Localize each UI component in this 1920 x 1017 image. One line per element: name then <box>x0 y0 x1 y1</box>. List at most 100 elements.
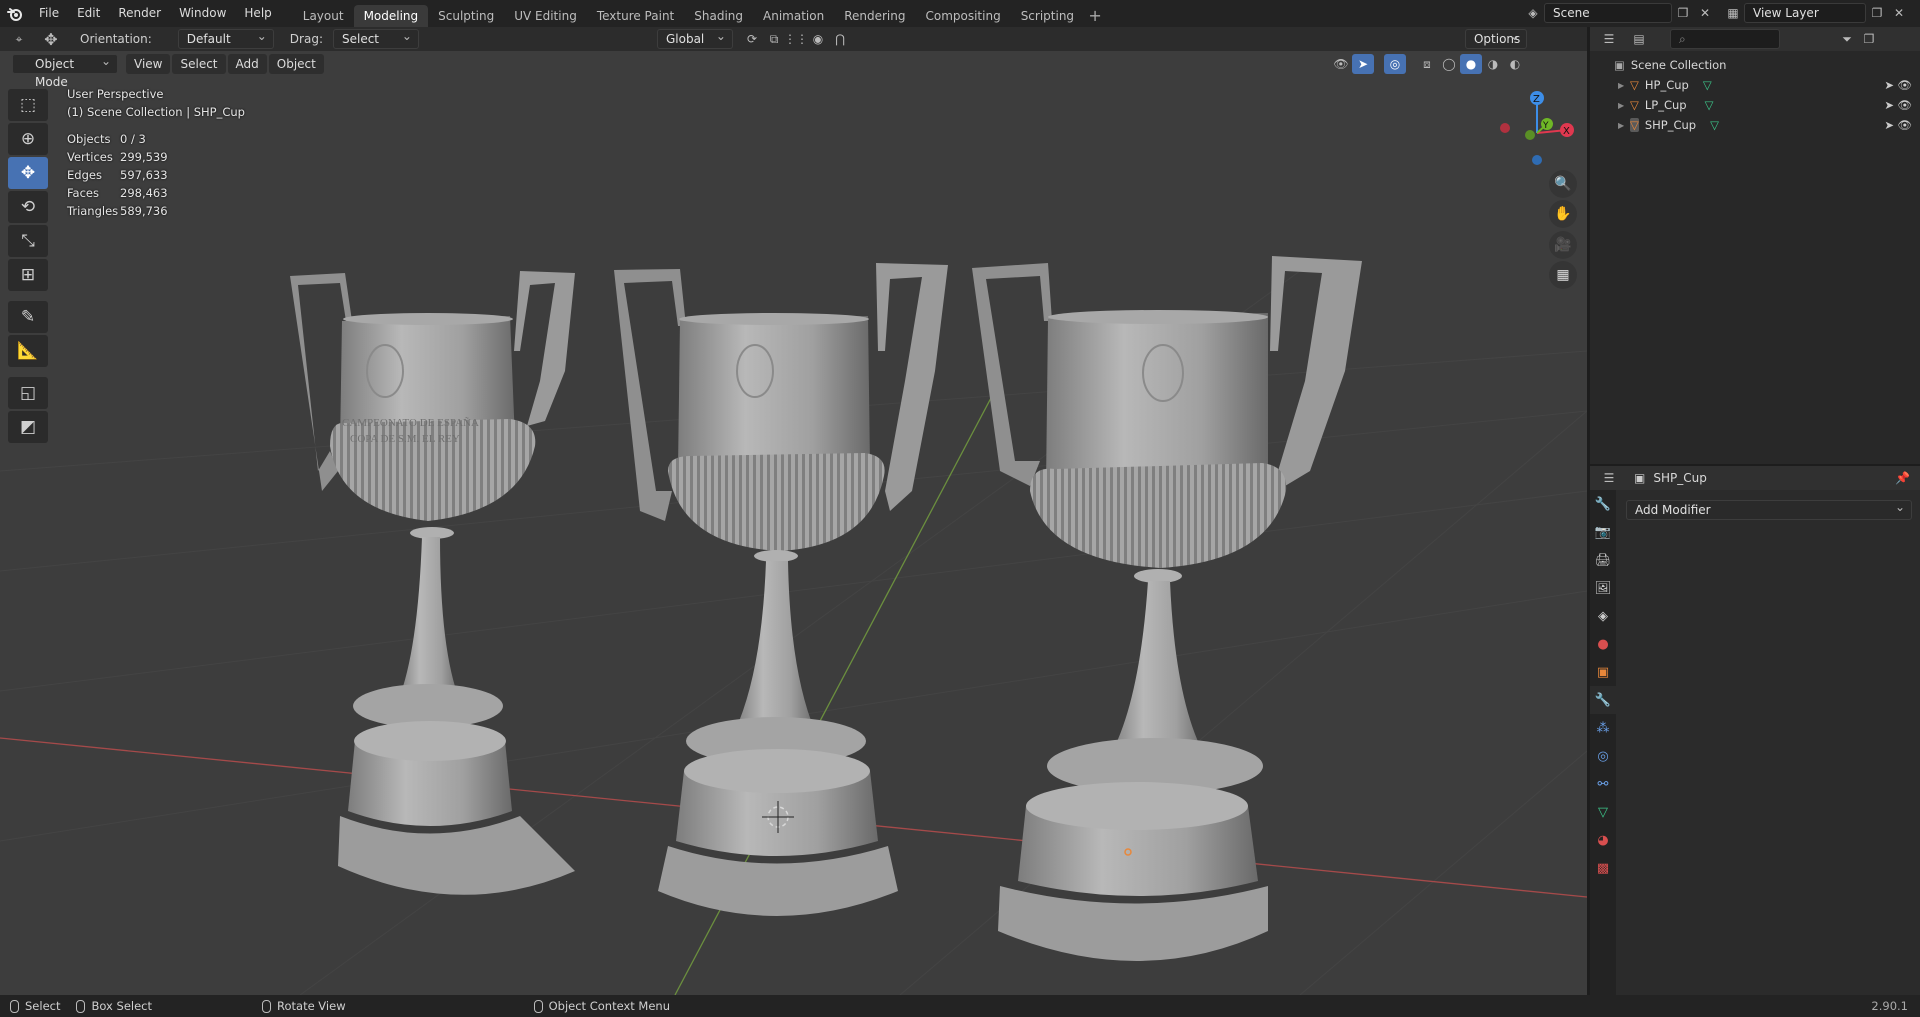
data-tab-icon[interactable]: ▽ <box>1590 798 1616 826</box>
add-cube-tool-icon[interactable]: ◱ <box>8 377 48 409</box>
tab-animation[interactable]: Animation <box>753 5 834 27</box>
3d-viewport[interactable]: CAMPEONATO DE ESPAÑA COPA DE S.M. EL REY… <box>0 51 1587 995</box>
add-workspace-icon[interactable]: + <box>1084 5 1106 27</box>
wireframe-shading-icon[interactable]: ◯ <box>1438 54 1460 74</box>
scene-icon[interactable]: ◈ <box>1522 3 1544 23</box>
camera-view-icon[interactable]: 🎥 <box>1549 231 1577 259</box>
tab-layout[interactable]: Layout <box>293 5 354 27</box>
modifier-tab-icon[interactable]: 🔧 <box>1590 686 1616 714</box>
tab-rendering[interactable]: Rendering <box>834 5 915 27</box>
rendered-shading-icon[interactable]: ◐ <box>1504 54 1526 74</box>
add-modifier-dropdown[interactable]: Add Modifier <box>1626 498 1912 520</box>
move-tool-button-icon[interactable]: ✥ <box>8 157 48 189</box>
visibility-eye-icon[interactable]: 👁 <box>1897 78 1912 92</box>
editor-type-icon[interactable]: ⌖ <box>8 29 30 49</box>
outliner-item-lp-cup[interactable]: ▶ ▽ LP_Cup ▽ ➤ 👁 <box>1590 95 1920 115</box>
options-dropdown[interactable]: Options <box>1464 27 1527 49</box>
output-tab-icon[interactable]: 🖨 <box>1590 546 1616 574</box>
cursor-tool-icon[interactable]: ⊕ <box>8 123 48 155</box>
menu-object[interactable]: Object <box>268 54 324 74</box>
falloff-icon[interactable]: ⋂ <box>829 29 851 49</box>
navigation-gizmo[interactable]: Z X Y <box>1492 88 1582 178</box>
menu-render[interactable]: Render <box>109 0 170 27</box>
pan-hand-icon[interactable]: ✋ <box>1549 200 1577 228</box>
menu-select[interactable]: Select <box>172 54 226 74</box>
select-box-tool-icon[interactable]: ⬚ <box>8 89 48 121</box>
scale-tool-icon[interactable]: ⤡ <box>8 225 48 257</box>
filter-icon[interactable]: ⏷ <box>1836 29 1858 49</box>
pivot-icon[interactable]: ⟳ <box>741 29 763 49</box>
expand-arrow-icon[interactable]: ▶ <box>1618 81 1630 90</box>
rotate-tool-icon[interactable]: ⟲ <box>8 191 48 223</box>
constraints-tab-icon[interactable]: ⚯ <box>1590 770 1616 798</box>
object-tab-icon[interactable]: ▣ <box>1590 658 1616 686</box>
solid-shading-icon[interactable]: ● <box>1460 54 1482 74</box>
expand-arrow-icon[interactable]: ▶ <box>1618 121 1630 130</box>
tab-uv-editing[interactable]: UV Editing <box>504 5 587 27</box>
lp-cup-mesh[interactable] <box>614 263 948 916</box>
visibility-eye-icon[interactable]: 👁 <box>1897 118 1912 132</box>
menu-edit[interactable]: Edit <box>68 0 109 27</box>
shp-cup-mesh[interactable] <box>972 256 1362 961</box>
xray-icon[interactable]: ⧈ <box>1416 54 1438 74</box>
material-tab-icon[interactable]: ◕ <box>1590 826 1616 854</box>
selectable-icon[interactable]: ➤ <box>1884 98 1894 112</box>
pin-icon[interactable]: 📌 <box>1895 471 1910 485</box>
selectable-icon[interactable]: ➤ <box>1884 78 1894 92</box>
menu-view[interactable]: View <box>126 54 171 74</box>
menu-window[interactable]: Window <box>170 0 235 27</box>
outliner-search-input[interactable]: ⌕ <box>1670 29 1780 49</box>
add-plane-tool-icon[interactable]: ◩ <box>8 411 48 443</box>
orientation-dropdown[interactable]: Default <box>177 27 274 49</box>
blender-logo-icon[interactable] <box>0 0 30 27</box>
visibility-icon[interactable]: 👁 <box>1330 54 1352 74</box>
ortho-toggle-icon[interactable]: ▦ <box>1549 261 1577 289</box>
tab-modeling[interactable]: Modeling <box>353 5 429 27</box>
material-shading-icon[interactable]: ◑ <box>1482 54 1504 74</box>
properties-editor-type-icon[interactable]: ☰ <box>1598 468 1620 488</box>
delete-scene-icon[interactable]: ✕ <box>1694 3 1716 23</box>
scene-field[interactable]: Scene <box>1544 3 1672 23</box>
world-tab-icon[interactable]: ● <box>1590 630 1616 658</box>
view-layer-field[interactable]: View Layer <box>1744 3 1866 23</box>
tab-shading[interactable]: Shading <box>684 5 753 27</box>
particles-tab-icon[interactable]: ⁂ <box>1590 714 1616 742</box>
delete-view-layer-icon[interactable]: ✕ <box>1888 3 1910 23</box>
new-view-layer-icon[interactable]: ❐ <box>1866 3 1888 23</box>
tool-tab-icon[interactable]: 🔧 <box>1590 490 1616 518</box>
zoom-icon[interactable]: 🔍 <box>1549 170 1577 198</box>
measure-tool-icon[interactable]: 📐 <box>8 335 48 367</box>
drag-dropdown[interactable]: Select Box <box>332 27 419 64</box>
selectable-icon[interactable]: ➤ <box>1884 118 1894 132</box>
view-layer-icon[interactable]: ▦ <box>1722 3 1744 23</box>
new-collection-icon[interactable]: ❐ <box>1858 29 1880 49</box>
display-mode-icon[interactable]: ▤ <box>1628 29 1650 49</box>
render-tab-icon[interactable]: 📷 <box>1590 518 1616 546</box>
outliner-item-shp-cup[interactable]: ▶ ▽ SHP_Cup ▽ ➤ 👁 <box>1590 115 1920 135</box>
move-tool-icon[interactable]: ✥ <box>40 29 62 49</box>
transform-orientation-dropdown[interactable]: Global <box>656 27 733 49</box>
texture-tab-icon[interactable]: ▩ <box>1590 854 1616 882</box>
transform-tool-icon[interactable]: ⊞ <box>8 259 48 291</box>
expand-arrow-icon[interactable]: ▶ <box>1618 101 1630 110</box>
menu-help[interactable]: Help <box>235 0 280 27</box>
annotate-tool-icon[interactable]: ✎ <box>8 301 48 333</box>
view-layer-tab-icon[interactable]: 🖼 <box>1590 574 1616 602</box>
scene-tab-icon[interactable]: ◈ <box>1590 602 1616 630</box>
new-scene-icon[interactable]: ❐ <box>1672 3 1694 23</box>
tab-scripting[interactable]: Scripting <box>1011 5 1084 27</box>
tab-compositing[interactable]: Compositing <box>915 5 1010 27</box>
snap-icon[interactable]: ⧉ <box>763 29 785 49</box>
hp-cup-mesh[interactable] <box>290 271 575 895</box>
menu-add[interactable]: Add <box>227 54 267 74</box>
snap-grid-icon[interactable]: ⋮⋮ <box>784 29 808 49</box>
menu-file[interactable]: File <box>30 0 68 27</box>
gizmo-toggle-icon[interactable]: ➤ <box>1352 54 1374 74</box>
outliner-editor-type-icon[interactable]: ☰ <box>1598 29 1620 49</box>
proportional-edit-icon[interactable]: ◉ <box>807 29 829 49</box>
mode-dropdown[interactable]: Object Mode <box>12 52 118 89</box>
outliner-item-hp-cup[interactable]: ▶ ▽ HP_Cup ▽ ➤ 👁 <box>1590 75 1920 95</box>
tab-sculpting[interactable]: Sculpting <box>428 5 504 27</box>
scene-canvas[interactable]: CAMPEONATO DE ESPAÑA COPA DE S.M. EL REY <box>0 51 1587 995</box>
tab-texture-paint[interactable]: Texture Paint <box>587 5 684 27</box>
